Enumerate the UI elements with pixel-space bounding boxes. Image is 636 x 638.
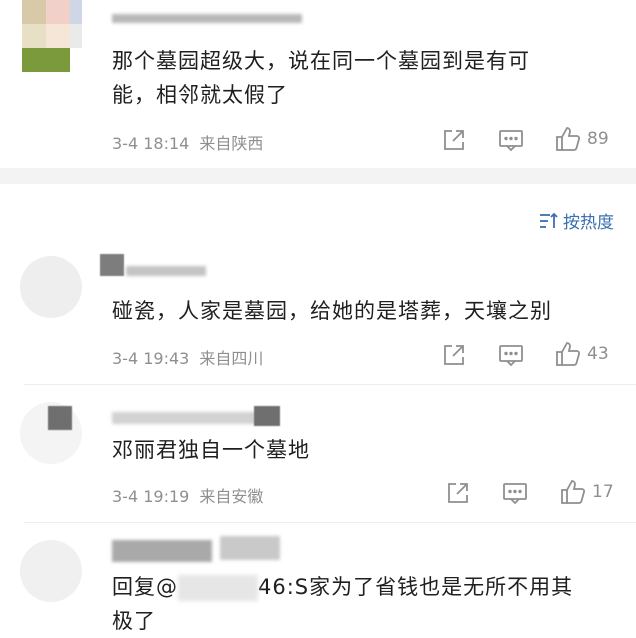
mention-redacted[interactable] [178, 575, 258, 601]
username-redacted-3 [254, 406, 280, 426]
username-redacted-2 [126, 266, 206, 276]
share-button[interactable] [446, 481, 470, 505]
section-separator [0, 168, 636, 184]
comment-button[interactable] [498, 343, 524, 367]
like-count: 89 [587, 129, 609, 149]
thumbs-up-icon [556, 342, 581, 366]
comment-location: 来自四川 [199, 349, 264, 368]
comment-text: 邓丽君独自一个墓地 [112, 438, 310, 462]
reply-prefix: 回复@ [112, 575, 178, 599]
sort-label: 按热度 [563, 213, 614, 233]
reply-body: 46:S家为了省钱也是无所不用其 [258, 575, 574, 599]
share-icon [448, 483, 468, 503]
comment-location: 来自陕西 [199, 134, 264, 153]
share-button[interactable] [442, 128, 466, 152]
comment-icon [499, 345, 523, 367]
comment-button[interactable] [502, 481, 528, 505]
divider [24, 384, 636, 385]
like-count: 43 [587, 344, 609, 364]
comment-date: 3-4 19:43 [112, 349, 190, 368]
username-redacted[interactable] [48, 406, 72, 430]
username-redacted[interactable] [100, 254, 124, 276]
sort-icon [540, 212, 558, 228]
comment-location: 来自安徽 [199, 487, 264, 506]
sort-by-heat-button[interactable]: 按热度 [539, 208, 614, 233]
comment-meta: 3-4 18:14 来自陕西 [112, 130, 273, 154]
username-redacted[interactable] [112, 14, 302, 23]
comment-text: 碰瓷，人家是墓园，给她的是塔葬，天壤之别 [112, 299, 552, 323]
comment-icon [499, 130, 523, 152]
comment-date: 3-4 19:19 [112, 487, 190, 506]
thumbs-up-icon [556, 127, 581, 151]
comment-text: 回复@ 46:S家为了省钱也是无所不用其 极了 [112, 575, 574, 633]
share-button[interactable] [442, 343, 466, 367]
avatar[interactable] [22, 0, 82, 74]
divider [24, 522, 636, 523]
thumbs-up-icon [561, 480, 586, 504]
comment-meta: 3-4 19:43 来自四川 [112, 345, 273, 369]
comment-button[interactable] [498, 128, 524, 152]
like-button[interactable]: 89 [555, 126, 609, 152]
comment-icon [503, 483, 527, 505]
comment-text: 那个墓园超级大，说在同一个墓园到是有可 能，相邻就太假了 [112, 49, 530, 107]
avatar[interactable] [20, 256, 82, 318]
comment-date: 3-4 18:14 [112, 134, 190, 153]
like-count: 17 [592, 482, 614, 502]
share-icon [444, 345, 464, 365]
username-redacted-2 [220, 536, 280, 560]
share-icon [444, 130, 464, 150]
like-button[interactable]: 43 [555, 341, 609, 367]
avatar[interactable] [20, 540, 82, 602]
comment-meta: 3-4 19:19 来自安徽 [112, 483, 273, 507]
username-redacted-2 [112, 412, 262, 424]
like-button[interactable]: 17 [560, 479, 614, 505]
username-redacted[interactable] [112, 540, 212, 562]
